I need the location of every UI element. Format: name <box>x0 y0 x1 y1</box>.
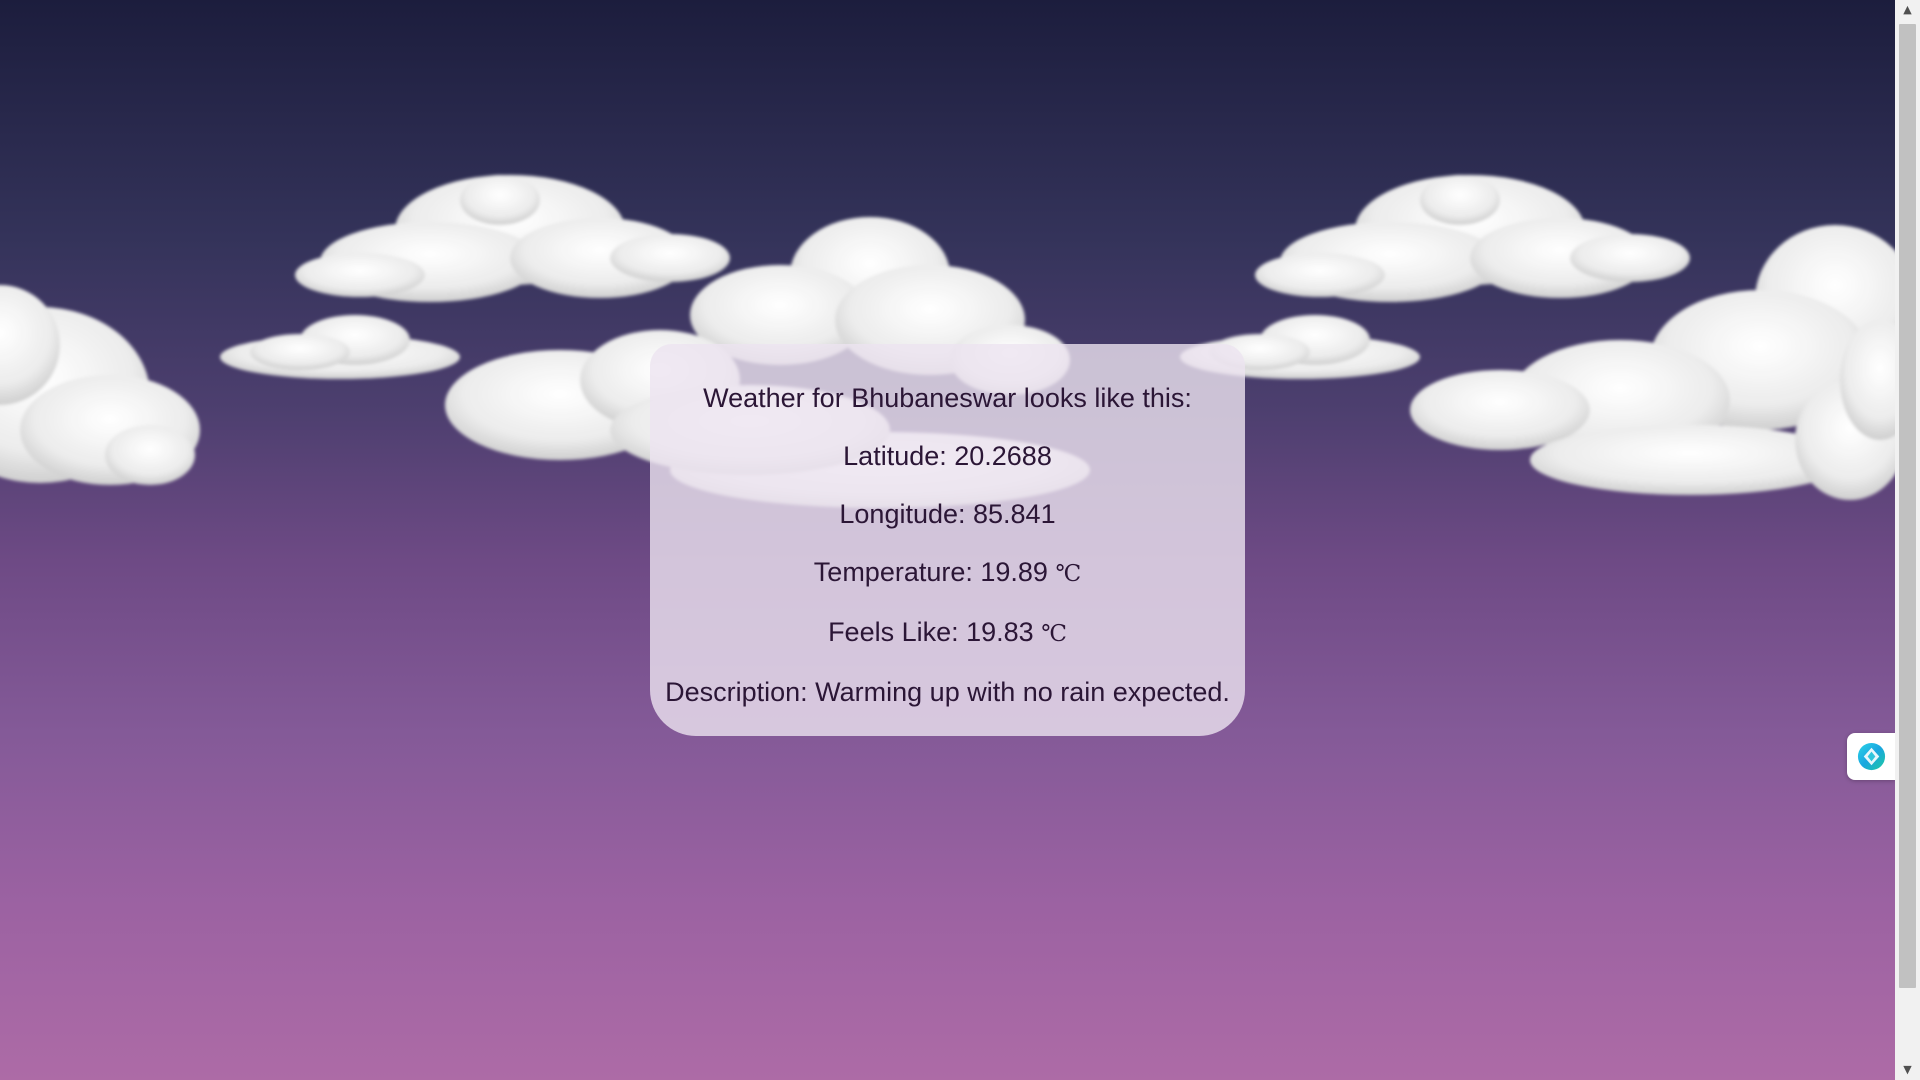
vertical-scrollbar[interactable]: ▲ ▼ <box>1895 0 1920 1080</box>
longitude-line: Longitude: 85.841 <box>839 499 1056 529</box>
latitude-line: Latitude: 20.2688 <box>843 441 1052 471</box>
cloud-upper-left <box>295 175 730 302</box>
celsius-unit: ℃ <box>1055 561 1082 587</box>
assistant-widget-button[interactable] <box>1847 733 1895 780</box>
temperature-line: Temperature: 19.89 ℃ <box>813 557 1082 588</box>
cloud-upper-right <box>1255 175 1690 302</box>
description-line: Description: Warming up with no rain exp… <box>665 677 1230 707</box>
scrollbar-thumb[interactable] <box>1899 24 1916 988</box>
celsius-unit: ℃ <box>1041 621 1067 647</box>
feels-like-line: Feels Like: 19.83 ℃ <box>828 617 1067 648</box>
weather-card: Weather for Bhubaneswar looks like this:… <box>650 344 1245 736</box>
weather-heading: Weather for Bhubaneswar looks like this: <box>703 383 1192 413</box>
assistant-logo-icon <box>1857 742 1886 771</box>
scroll-up-arrow-icon[interactable]: ▲ <box>1895 0 1920 20</box>
page-background: Weather for Bhubaneswar looks like this:… <box>0 0 1895 1080</box>
cloud-small-left <box>220 315 460 379</box>
scroll-down-arrow-icon[interactable]: ▼ <box>1895 1060 1920 1080</box>
cloud-left-edge <box>0 285 200 485</box>
